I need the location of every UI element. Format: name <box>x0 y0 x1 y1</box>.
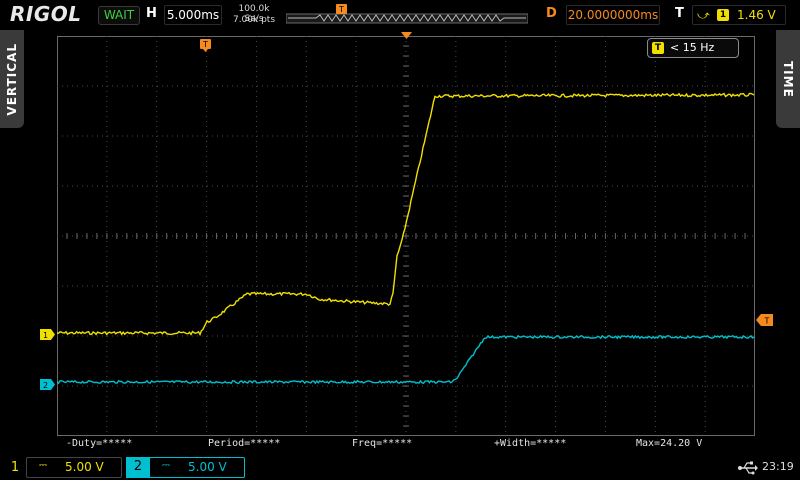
measurement-max: Max=24.20 V <box>636 438 703 449</box>
rising-edge-icon: ⤻ <box>697 8 710 22</box>
measurement-freq: Freq=***** <box>352 438 413 449</box>
ch2-offset-marker-label: 2 <box>43 381 48 390</box>
waveform-display[interactable] <box>57 36 755 436</box>
ch1-offset-marker-label: 1 <box>43 331 48 340</box>
run-state-badge[interactable]: WAIT <box>98 6 140 25</box>
center-time-marker-shape <box>401 32 412 39</box>
trigger-level-value: 1.46 V <box>737 8 776 22</box>
trigger-level-marker[interactable]: T <box>756 314 774 326</box>
delay-label: D <box>546 6 557 21</box>
trigger-source-badge: 1 <box>717 9 729 21</box>
ch2-label[interactable]: 2 <box>126 457 150 478</box>
ch1-offset-marker[interactable]: 1 <box>40 329 56 340</box>
trigger-time-marker-letter: T <box>202 40 208 49</box>
ch1-label[interactable]: 1 <box>5 458 25 478</box>
dc-coupling-icon: ⎓ <box>162 460 170 471</box>
tab-time[interactable]: TIME <box>776 30 800 128</box>
tab-vertical[interactable]: VERTICAL <box>0 30 24 128</box>
delay-value[interactable]: 20.0000000ms <box>566 5 660 25</box>
trigger-position-letter: T <box>338 5 344 14</box>
measurement-duty: -Duty=***** <box>66 438 133 449</box>
ch2-offset-marker[interactable]: 2 <box>40 379 56 390</box>
frequency-counter-source: T <box>652 42 664 54</box>
trigger-time-marker-pointer <box>203 49 208 52</box>
center-time-marker <box>401 32 412 39</box>
trigger-settings[interactable]: ⤻ 1 1.46 V <box>692 5 786 25</box>
tab-time-label: TIME <box>781 60 795 98</box>
memory-position-bar[interactable]: T <box>286 4 528 24</box>
timebase-value[interactable]: 5.000ms <box>164 5 222 25</box>
usb-icon <box>738 461 758 475</box>
measurement-period: Period=***** <box>208 438 281 449</box>
tab-vertical-label: VERTICAL <box>5 42 19 116</box>
horizontal-label: H <box>146 6 157 21</box>
memory-depth: 7.00k pts <box>232 15 276 25</box>
trigger-label: T <box>675 6 684 21</box>
ch1-settings[interactable]: ⎓ 5.00 V <box>26 457 122 478</box>
ch2-settings[interactable]: ⎓ 5.00 V <box>149 457 245 478</box>
measurement-width: +Width=***** <box>494 438 567 449</box>
ch2-scale: 5.00 V <box>188 460 227 474</box>
ch1-scale: 5.00 V <box>65 460 104 474</box>
dc-coupling-icon: ⎓ <box>39 460 47 471</box>
frequency-counter-value: < 15 Hz <box>670 41 715 54</box>
clock: 23:19 <box>762 460 794 473</box>
trigger-level-marker-letter: T <box>764 317 770 326</box>
trigger-time-marker[interactable]: T <box>200 39 212 53</box>
frequency-counter[interactable]: T < 15 Hz <box>647 38 739 58</box>
brand-logo: RIGOL <box>10 2 82 26</box>
